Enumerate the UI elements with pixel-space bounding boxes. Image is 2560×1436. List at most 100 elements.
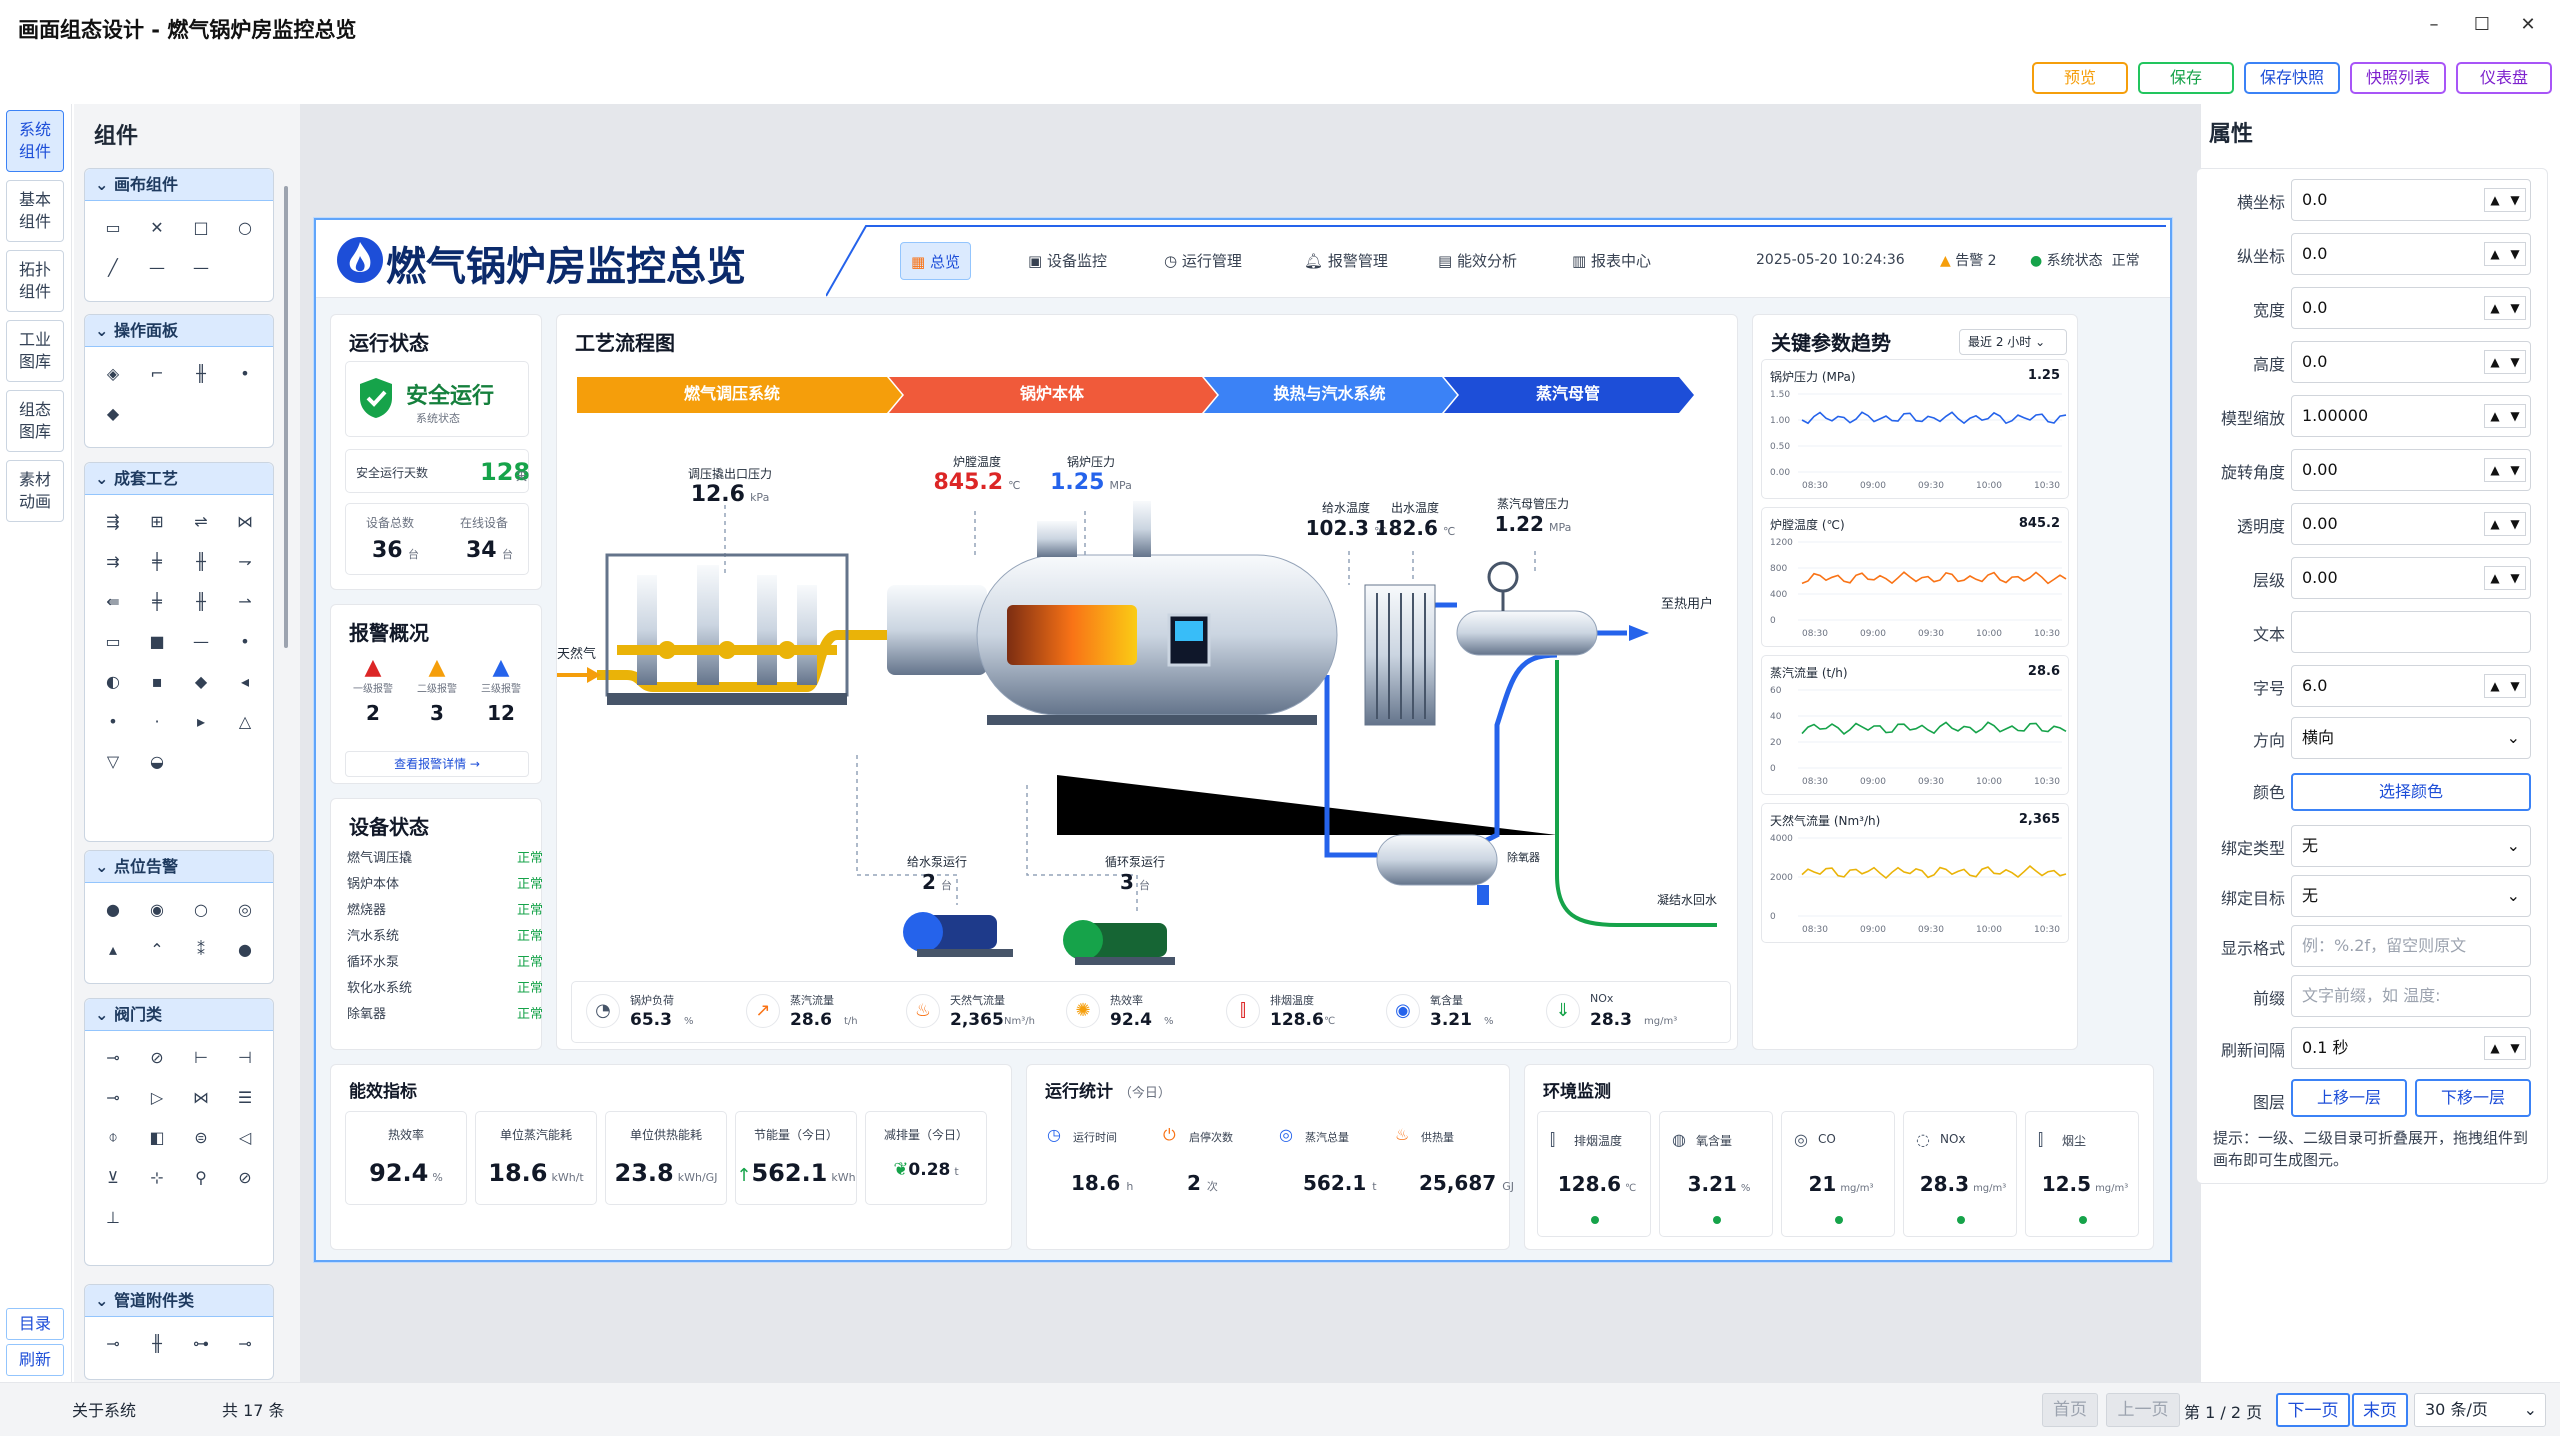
trend-chart[interactable]: 蒸汽流量 (t/h) 28.6 60 40 20 0 08:30 09:00 09:30 10:0… [1761, 655, 2069, 795]
nav-alarm[interactable]: 🔔︎ 报警管理 [1294, 242, 1398, 280]
process-icon[interactable]: ◂ [223, 661, 267, 701]
prev-page-button[interactable]: 上一页 [2106, 1393, 2180, 1427]
group-header[interactable]: ⌄ 成套工艺 [85, 463, 273, 495]
dash-icon[interactable]: — [179, 247, 223, 287]
increment-icon[interactable]: ▲ [2485, 405, 2505, 427]
decrement-icon[interactable]: ▼ [2505, 189, 2525, 211]
prefix-input[interactable]: 文字前缀，如 温度: [2291, 975, 2531, 1017]
valve-icon[interactable]: ▷ [135, 1077, 179, 1117]
increment-icon[interactable]: ▲ [2485, 513, 2505, 535]
valve-icon[interactable]: ☰ [223, 1077, 267, 1117]
increment-icon[interactable]: ▲ [2485, 351, 2505, 373]
bind-target-select[interactable]: 无 ⌄ [2291, 875, 2531, 917]
property-input[interactable]: 0.0 ▲ ▼ [2291, 341, 2531, 383]
rail-basic-components[interactable]: 基本 组件 [6, 180, 64, 242]
first-page-button[interactable]: 首页 [2042, 1393, 2098, 1427]
circle-icon[interactable]: ○ [223, 207, 267, 247]
view-alarm-details-link[interactable]: 查看报警详情 → [345, 751, 529, 777]
equipment-row[interactable]: 除氧器 正常 [347, 1003, 543, 1022]
property-input[interactable]: 0.0 ▲ ▼ [2291, 287, 2531, 329]
move-down-layer-button[interactable]: 下移一层 [2415, 1079, 2531, 1117]
increment-icon[interactable]: ▲ [2485, 675, 2505, 697]
process-icon[interactable]: ⇀ [223, 581, 267, 621]
process-icon[interactable]: ⊞ [135, 501, 179, 541]
trend-chart[interactable]: 炉膛温度 (℃) 845.2 1200 800 400 0 08:30 09:00 09:30 1… [1761, 507, 2069, 647]
valve-icon[interactable]: ⚲ [179, 1157, 223, 1197]
property-stepper[interactable]: ▲ ▼ [2484, 296, 2526, 320]
property-stepper[interactable]: ▲ ▼ [2484, 404, 2526, 428]
refresh-button[interactable]: 刷新 [6, 1344, 64, 1376]
bind-type-select[interactable]: 无 ⌄ [2291, 825, 2531, 867]
property-input[interactable]: 0.00 ▲ ▼ [2291, 557, 2531, 599]
valve-icon[interactable]: ⊣ [223, 1037, 267, 1077]
property-input[interactable]: 0.0 ▲ ▼ [2291, 179, 2531, 221]
valve-icon[interactable]: ◁ [223, 1117, 267, 1157]
point-icon[interactable]: ◉ [135, 889, 179, 929]
rail-topology-components[interactable]: 拓扑 组件 [6, 250, 64, 312]
process-icon[interactable]: ⇁ [223, 541, 267, 581]
lever-icon[interactable]: ╫ [179, 353, 223, 393]
valve-icon[interactable]: ⊥ [91, 1197, 135, 1237]
process-icon[interactable]: ╪ [135, 581, 179, 621]
equipment-row[interactable]: 软化水系统 正常 [347, 977, 543, 996]
text-input[interactable] [2291, 611, 2531, 653]
font-size-stepper[interactable]: ▲ ▼ [2484, 674, 2526, 698]
equipment-row[interactable]: 汽水系统 正常 [347, 925, 543, 944]
process-icon[interactable]: ◒ [135, 741, 179, 781]
rect-icon[interactable]: □ [179, 207, 223, 247]
decrement-icon[interactable]: ▼ [2505, 243, 2525, 265]
process-icon[interactable]: ⇌ [179, 501, 223, 541]
group-header[interactable]: ⌄ 点位告警 [85, 851, 273, 883]
valve-icon[interactable]: ⋈ [179, 1077, 223, 1117]
equipment-row[interactable]: 燃烧器 正常 [347, 899, 543, 918]
process-icon[interactable]: ╫ [179, 581, 223, 621]
valve-icon[interactable]: ⊜ [179, 1117, 223, 1157]
point-icon[interactable]: ⁑ [179, 929, 223, 969]
minimize-button[interactable]: – [2414, 14, 2454, 35]
rail-config-library[interactable]: 组态 图库 [6, 390, 64, 452]
process-icon[interactable]: ◆ [179, 661, 223, 701]
fitting-icon[interactable]: ⊶ [179, 1323, 223, 1363]
nav-equipment[interactable]: ▣ 设备监控 [1018, 242, 1117, 280]
valve-icon[interactable]: ⊢ [179, 1037, 223, 1077]
point-icon[interactable]: ▴ [91, 929, 135, 969]
decrement-icon[interactable]: ▼ [2505, 405, 2525, 427]
process-icon[interactable]: △ [223, 701, 267, 741]
move-up-layer-button[interactable]: 上移一层 [2291, 1079, 2407, 1117]
catalog-button[interactable]: 目录 [6, 1308, 64, 1340]
property-stepper[interactable]: ▲ ▼ [2484, 188, 2526, 212]
process-icon[interactable]: ⇚ [91, 581, 135, 621]
process-icon[interactable]: ▪ [135, 661, 179, 701]
point-icon[interactable]: ◎ [223, 889, 267, 929]
image-icon[interactable]: ▭ [91, 207, 135, 247]
increment-icon[interactable]: ▲ [2485, 1037, 2505, 1059]
decrement-icon[interactable]: ▼ [2505, 567, 2525, 589]
decrement-icon[interactable]: ▼ [2505, 459, 2525, 481]
range-select[interactable]: 最近 2 小时 ⌄ [1959, 329, 2067, 355]
font-size-input[interactable]: 6.0 ▲ ▼ [2291, 665, 2531, 707]
increment-icon[interactable]: ▲ [2485, 243, 2505, 265]
increment-icon[interactable]: ▲ [2485, 297, 2505, 319]
page-size-select[interactable]: 30 条/页 ⌄ [2414, 1393, 2546, 1427]
valve-icon[interactable]: ◧ [135, 1117, 179, 1157]
process-icon[interactable]: ⇉ [91, 541, 135, 581]
process-icon[interactable]: ■ [135, 621, 179, 661]
nav-report[interactable]: ▥ 报表中心 [1562, 242, 1661, 280]
process-icon[interactable]: ▽ [91, 741, 135, 781]
rail-industrial-library[interactable]: 工业 图库 [6, 320, 64, 382]
maximize-button[interactable]: ☐ [2462, 14, 2502, 35]
nav-energy[interactable]: ▤ 能效分析 [1428, 242, 1527, 280]
format-input[interactable]: 例：%.2f，留空则原文 [2291, 925, 2531, 967]
group-header[interactable]: ⌄ 画布组件 [85, 169, 273, 201]
direction-select[interactable]: 横向 ⌄ [2291, 717, 2531, 759]
nav-overview[interactable]: ▦ 总览 [900, 242, 971, 280]
next-page-button[interactable]: 下一页 [2276, 1393, 2350, 1427]
group-header[interactable]: ⌄ 管道附件类 [85, 1285, 273, 1317]
valve-icon[interactable]: ⊘ [223, 1157, 267, 1197]
property-stepper[interactable]: ▲ ▼ [2484, 242, 2526, 266]
alarm-level-3[interactable]: ▲ 三级报警 12 [481, 655, 521, 725]
alarm-level-2[interactable]: ▲ 二级报警 3 [417, 655, 457, 725]
nav-operation[interactable]: ◷ 运行管理 [1154, 242, 1252, 280]
valve-icon[interactable]: ⊸ [91, 1037, 135, 1077]
process-icon[interactable]: ⇶ [91, 501, 135, 541]
